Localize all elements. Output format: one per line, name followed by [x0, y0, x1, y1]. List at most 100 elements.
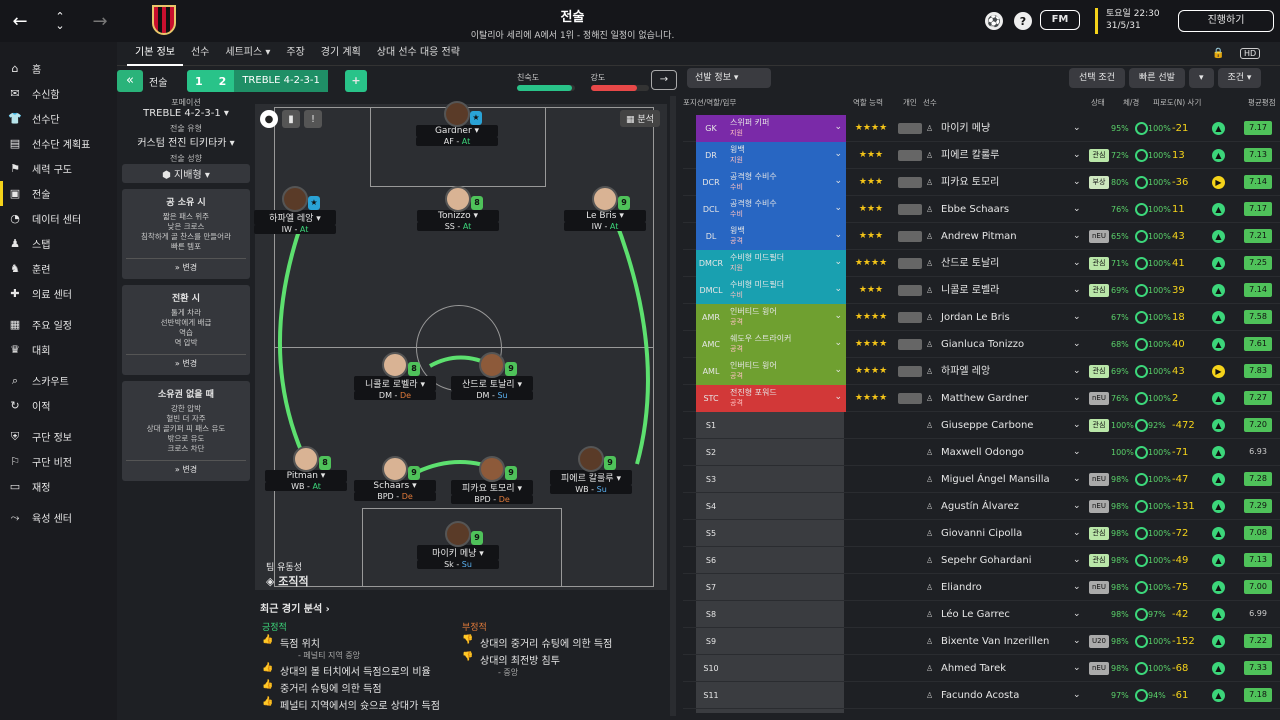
player-name[interactable]: Sepehr Gohardani [941, 547, 1032, 574]
table-row[interactable]: S7 ♙ Eliandro ⌄ nEU 98% 100% -75 ▲ 7.00 [683, 574, 1280, 601]
player-name[interactable]: 니콜로 로벨라 [941, 277, 999, 304]
sidebar-item[interactable]: ♟ 스탭 [0, 231, 117, 256]
sidebar-item[interactable]: ⌕ 스카우트 [0, 368, 117, 393]
sidebar-item[interactable]: ♞ 훈련 [0, 256, 117, 281]
condition-dropdown[interactable]: 조건 ▾ [1217, 68, 1262, 88]
col-player[interactable]: 선수 [923, 97, 937, 108]
player-name-tag[interactable]: 마이키 메냥 ▾ [417, 545, 499, 560]
player-name[interactable]: Andrew Pitman [941, 223, 1017, 250]
sidebar-item[interactable]: ▤ 선수단 계획표 [0, 131, 117, 156]
role-cell[interactable]: 수비형 미드필더 지원 ⌄ [726, 250, 846, 277]
chevron-down-icon[interactable]: ⌄ [1073, 628, 1081, 655]
select-condition-button[interactable]: 선택 조건 [1069, 68, 1125, 88]
lock-icon[interactable]: 🔒 [1212, 48, 1224, 59]
player-name[interactable]: Eliandro [941, 574, 982, 601]
chevron-down-icon[interactable]: ⌄ [1073, 169, 1081, 196]
table-row[interactable]: S10 ♙ Ahmed Tarek ⌄ nEU 98% 100% -68 ▲ 7… [683, 655, 1280, 682]
pitch-player[interactable]: 9 마이키 메냥 ▾ Sk - Su [417, 521, 499, 569]
tab[interactable]: 경기 계획 [313, 42, 369, 66]
player-name[interactable]: Facundo Acosta [941, 682, 1019, 709]
sidebar-item[interactable]: ⚑ 세력 구도 [0, 156, 117, 181]
sidebar-item[interactable]: ⌂ 홈 [0, 56, 117, 81]
sidebar-item[interactable]: ↻ 이적 [0, 393, 117, 418]
sidebar-item[interactable]: ▦ 주요 일정 [0, 312, 117, 337]
chevron-down-icon[interactable]: ⌄ [1073, 520, 1081, 547]
pitch-player[interactable]: 9 피에르 칼룰루 ▾ WB - Su [550, 446, 632, 494]
chevron-down-icon[interactable]: ⌄ [1073, 412, 1081, 439]
player-name[interactable]: Gianluca Tonizzo [941, 331, 1024, 358]
player-name[interactable]: Agustín Álvarez [941, 493, 1019, 520]
table-row[interactable]: DMCR 수비형 미드필더 지원 ⌄ ★★★★ ♙ 산드로 토날리 ⌄ 관심 71%… [683, 250, 1280, 277]
player-name-tag[interactable]: 피에르 칼룰루 ▾ [550, 470, 632, 485]
chevron-down-icon[interactable]: ⌄ [1073, 466, 1081, 493]
tab[interactable]: 세트피스 ▾ [217, 42, 278, 66]
player-name[interactable]: Giovanni Cipolla [941, 520, 1022, 547]
role-cell[interactable]: 수비형 미드필더 수비 ⌄ [726, 277, 846, 304]
continue-button[interactable]: 진행하기 [1178, 10, 1274, 32]
table-row[interactable]: S11 ♙ Facundo Acosta ⌄ 97% 94% -61 ▲ 7.1… [683, 682, 1280, 709]
tab[interactable]: 상대 선수 대응 전략 [369, 42, 468, 66]
pitch-player[interactable]: 8 니콜로 로벨라 ▾ DM - De [354, 352, 436, 400]
chevron-down-icon[interactable]: ⌄ [834, 284, 842, 295]
player-name[interactable]: Ebbe Schaars [941, 196, 1009, 223]
recent-analysis-title[interactable]: 최근 경기 분석 › [260, 600, 670, 615]
out-of-possession-change-button[interactable]: » 변경 [126, 460, 246, 475]
chevron-down-icon[interactable]: ⌄ [834, 365, 842, 376]
sidebar-item[interactable]: ⤳ 육성 센터 [0, 505, 117, 530]
table-row[interactable]: DCL 공격형 수비수 수비 ⌄ ★★★ ♙ Ebbe Schaars ⌄ 76% … [683, 196, 1280, 223]
in-possession-change-button[interactable]: » 변경 [126, 258, 246, 273]
col-condition[interactable]: 상태 [1091, 97, 1105, 108]
col-rate[interactable]: 체/경 [1123, 97, 1139, 108]
table-row[interactable]: DR 윙백 지원 ⌄ ★★★ ♙ 피에르 칼룰루 ⌄ 관심 72% 100% 13 … [683, 142, 1280, 169]
chevron-down-icon[interactable]: ⌄ [1073, 331, 1081, 358]
sidebar-item[interactable]: ✚ 의료 센터 [0, 281, 117, 306]
player-name-tag[interactable]: 산드로 토날리 ▾ [451, 376, 533, 391]
player-name[interactable]: 산드로 토날리 [941, 250, 999, 277]
player-name[interactable]: Matthew Gardner [941, 385, 1028, 412]
table-row[interactable]: DMCL 수비형 미드필더 수비 ⌄ ★★★ ♙ 니콜로 로벨라 ⌄ 관심 69% … [683, 277, 1280, 304]
collapse-icon[interactable]: « [117, 70, 143, 92]
role-cell[interactable]: 공격형 수비수 수비 ⌄ [726, 196, 846, 223]
chevron-down-icon[interactable]: ⌄ [834, 149, 842, 160]
table-row[interactable]: DCR 공격형 수비수 수비 ⌄ ★★★ ♙ 피카요 토모리 ⌄ 부상 80% 10… [683, 169, 1280, 196]
pitch-player[interactable]: ★ 하파엘 레앙 ▾ IW - At [254, 186, 336, 234]
chevron-down-icon[interactable]: ⌄ [1073, 493, 1081, 520]
chevron-down-icon[interactable]: ⌄ [1073, 115, 1081, 142]
player-name-tag[interactable]: 피카요 토모리 ▾ [451, 480, 533, 495]
ball-icon[interactable]: ⚽ [985, 12, 1003, 30]
player-name[interactable]: Ahmed Tarek [941, 655, 1006, 682]
role-cell[interactable]: 스위퍼 키퍼 지원 ⌄ [726, 115, 846, 142]
chevron-down-icon[interactable]: ⌄ [1073, 196, 1081, 223]
role-cell[interactable]: 공격형 수비수 수비 ⌄ [726, 169, 846, 196]
player-name[interactable]: 피카요 토모리 [941, 169, 999, 196]
fm-button[interactable]: FM [1040, 10, 1080, 30]
player-name[interactable]: Giuseppe Carbone [941, 412, 1033, 439]
player-name[interactable]: Maxwell Odongo [941, 439, 1024, 466]
chevron-down-icon[interactable]: ⌄ [1073, 223, 1081, 250]
player-name[interactable]: Miguel Ángel Mansilla [941, 466, 1050, 493]
table-row[interactable]: S3 ♙ Miguel Ángel Mansilla ⌄ nEU 98% 100… [683, 466, 1280, 493]
col-personal[interactable]: 개인 [903, 97, 917, 108]
bar-chart-icon[interactable]: ▮ [282, 110, 300, 128]
chevron-down-icon[interactable]: ⌄ [834, 257, 842, 268]
pitch-player[interactable]: 8 Tonizzo ▾ SS - At [417, 186, 499, 231]
chevron-down-icon[interactable]: ⌄ [834, 176, 842, 187]
add-tactic-button[interactable]: + [345, 70, 367, 92]
player-name[interactable]: Jordan Le Bris [941, 304, 1010, 331]
col-position[interactable]: 포지션/역할/임무 [683, 97, 736, 108]
chevron-down-icon[interactable]: ⌄ [1073, 574, 1081, 601]
instructions-icon[interactable]: ● [260, 110, 278, 128]
chevron-down-icon[interactable]: ⌄ [834, 392, 842, 403]
analysis-button[interactable]: ▦ 분석 [620, 110, 660, 127]
scrollbar[interactable] [670, 96, 676, 716]
toggle-icon[interactable]: → [651, 70, 677, 90]
chevron-down-icon[interactable]: ⌄ [1073, 547, 1081, 574]
chevron-down-icon[interactable]: ⌄ [1073, 655, 1081, 682]
table-row[interactable]: AMR 인버티드 윙어 공격 ⌄ ★★★★ ♙ Jordan Le Bris ⌄ 6… [683, 304, 1280, 331]
chevron-down-icon[interactable]: ⌄ [834, 338, 842, 349]
pitch-player[interactable]: 9 Le Bris ▾ IW - At [564, 186, 646, 231]
col-role-ability[interactable]: 역할 능력 [853, 97, 883, 108]
sidebar-item[interactable]: ♛ 대회 [0, 337, 117, 362]
player-name-tag[interactable]: 니콜로 로벨라 ▾ [354, 376, 436, 391]
table-row[interactable]: AML 인버티드 윙어 공격 ⌄ ★★★★ ♙ 하파엘 레앙 ⌄ 관심 69% 10… [683, 358, 1280, 385]
